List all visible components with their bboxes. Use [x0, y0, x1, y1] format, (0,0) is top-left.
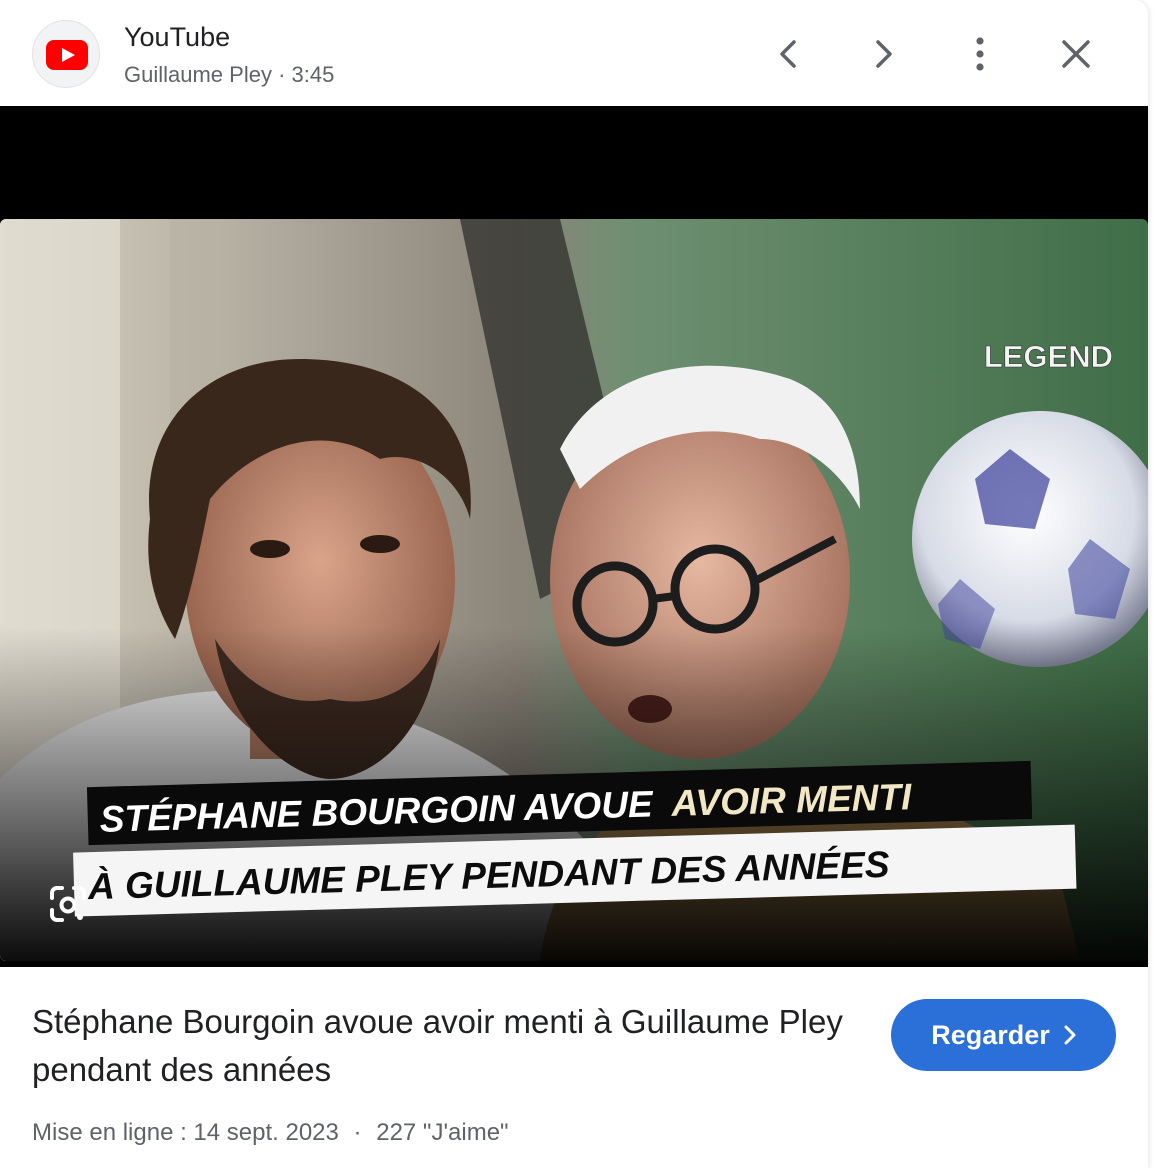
chevron-right-icon — [1064, 1025, 1076, 1045]
media-area: LEGEND STÉPHANE BOURGOIN AVOUE AVOIR MEN… — [0, 106, 1148, 967]
chevron-right-icon — [876, 40, 892, 68]
watch-button[interactable]: Regarder — [891, 999, 1116, 1071]
google-lens-button[interactable] — [44, 880, 92, 928]
google-lens-icon — [50, 886, 86, 922]
video-thumbnail[interactable]: LEGEND STÉPHANE BOURGOIN AVOUE AVOIR MEN… — [0, 219, 1148, 961]
close-icon — [1062, 40, 1090, 68]
video-meta: Mise en ligne : 14 sept. 2023 · 227 "J'a… — [32, 1116, 509, 1150]
meta-separator: · — [278, 62, 286, 87]
source-favicon[interactable] — [32, 20, 100, 88]
more-vert-icon — [976, 37, 984, 71]
close-button[interactable] — [1052, 30, 1100, 78]
next-button[interactable] — [860, 30, 908, 78]
source-meta: Guillaume Pley · 3:45 — [124, 60, 334, 90]
caption-line1-accent: AVOIR MENTI — [670, 776, 913, 824]
video-duration: 3:45 — [291, 62, 335, 87]
youtube-logo-icon — [46, 40, 88, 70]
thumbnail-artwork: LEGEND STÉPHANE BOURGOIN AVOUE AVOIR MEN… — [0, 219, 1148, 961]
upload-date: Mise en ligne : 14 sept. 2023 — [32, 1119, 339, 1146]
like-count: 227 "J'aime" — [376, 1119, 509, 1146]
watch-button-label: Regarder — [931, 1019, 1050, 1050]
chevron-left-icon — [780, 40, 796, 68]
previous-button[interactable] — [764, 30, 812, 78]
more-options-button[interactable] — [956, 30, 1004, 78]
image-viewer-panel: YouTube Guillaume Pley · 3:45 LEGEND STÉ… — [0, 0, 1148, 1168]
channel-name: Guillaume Pley — [124, 62, 272, 87]
thumbnail-badge: LEGEND — [984, 339, 1113, 374]
meta-separator: · — [353, 1119, 362, 1146]
source-name[interactable]: YouTube — [124, 20, 230, 54]
video-title[interactable]: Stéphane Bourgoin avoue avoir menti à Gu… — [32, 998, 862, 1094]
viewer-header: YouTube Guillaume Pley · 3:45 — [0, 0, 1148, 106]
